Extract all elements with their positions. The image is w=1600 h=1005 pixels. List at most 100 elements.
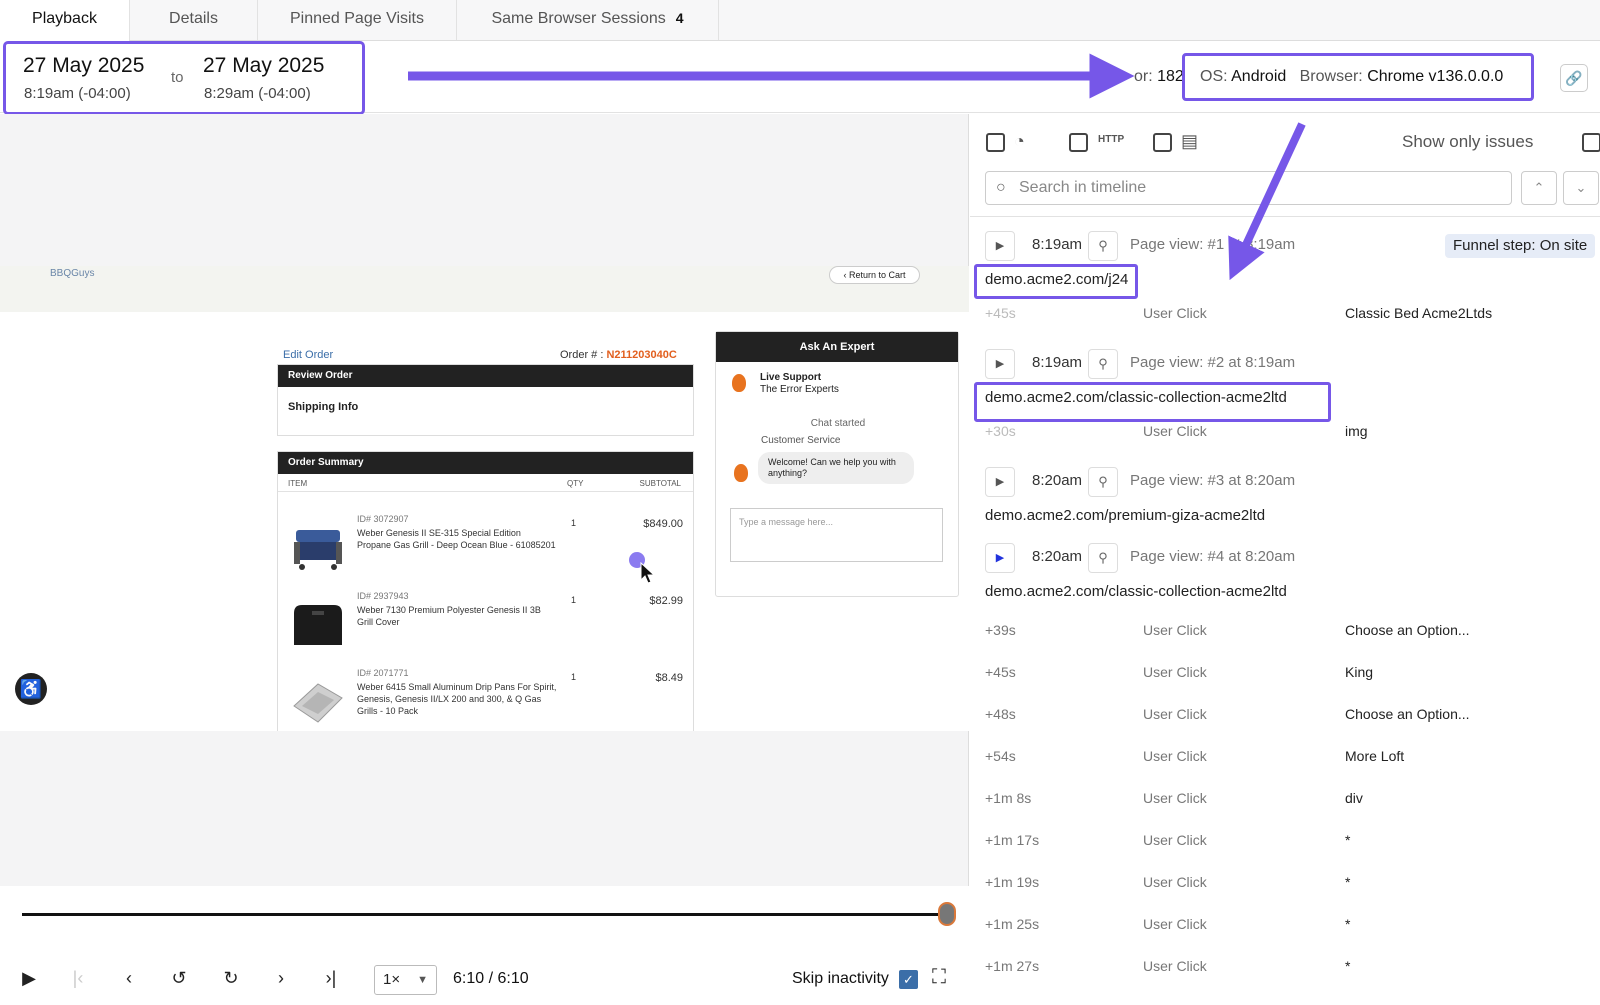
timeline-event[interactable]: +30s User Click img [985, 423, 1585, 443]
playback-speed-select[interactable]: 1× ▼ [374, 965, 437, 995]
tab-same-browser-sessions[interactable]: Same Browser Sessions 4 [457, 0, 719, 40]
filter-checkbox-http[interactable] [1069, 133, 1088, 152]
order-summary-title: Order Summary [278, 452, 693, 474]
order-label: Order # : [560, 349, 604, 361]
item-name: Weber Genesis II SE-315 Special Edition … [357, 528, 556, 550]
os-value: Android [1231, 68, 1287, 85]
play-icon[interactable]: ▶ [18, 965, 40, 991]
event-target: King [1345, 664, 1374, 680]
timeline-event[interactable]: +39s User Click Choose an Option... [985, 622, 1585, 642]
event-target: * [1345, 832, 1351, 848]
live-support-label: Live Support [760, 372, 822, 383]
tab-pinned-page-visits[interactable]: Pinned Page Visits [258, 0, 457, 40]
visitor-info: or: 182 [1134, 68, 1184, 86]
pin-icon[interactable]: ⚲ [1088, 231, 1118, 261]
filter-checkbox-console[interactable] [1153, 133, 1172, 152]
event-offset: +1m 27s [985, 958, 1040, 974]
timeline-event[interactable]: +1m 25s User Click * [985, 916, 1585, 936]
accessibility-icon: ♿ [15, 673, 47, 705]
chat-started: Chat started [810, 418, 866, 429]
page-url[interactable]: demo.acme2.com/classic-collection-acme2l… [985, 583, 1287, 600]
timeline-scrubber[interactable] [938, 902, 956, 926]
skip-to-end-icon[interactable]: ›| [320, 965, 342, 991]
timeline-event[interactable]: +48s User Click Choose an Option... [985, 706, 1585, 726]
playback-time: 6:10 / 6:10 [453, 970, 529, 987]
event-type: User Click [1143, 664, 1207, 680]
edit-order-link: Edit Order [283, 349, 334, 361]
page-url[interactable]: demo.acme2.com/premium-giza-acme2ltd [985, 507, 1265, 524]
tab-playback[interactable]: Playback [0, 0, 130, 41]
chat-bubble: Welcome! Can we help you with anything? [758, 452, 914, 484]
timeline-event[interactable]: +1m 8s User Click div [985, 790, 1585, 810]
page-url[interactable]: demo.acme2.com/j24 [985, 271, 1128, 288]
speedometer-icon: ◔ [1014, 131, 1025, 151]
play-icon[interactable]: ▶ [985, 467, 1015, 497]
pin-icon[interactable]: ⚲ [1088, 543, 1118, 573]
rewind-5-icon[interactable]: ↺ [166, 965, 192, 991]
visitor-label: or: [1134, 68, 1153, 85]
chevron-up-icon[interactable]: ⌃ [1521, 171, 1557, 205]
page-view-time: 8:20am [1032, 548, 1083, 565]
skip-inactivity-checkbox[interactable]: ✓ [899, 970, 918, 989]
show-only-issues-checkbox[interactable] [1582, 133, 1600, 152]
skip-to-start-icon[interactable]: |‹ [67, 965, 89, 991]
col-item: ITEM [288, 479, 308, 488]
tab-label: Same Browser Sessions [491, 10, 666, 27]
event-type: User Click [1143, 832, 1207, 848]
tab-label: Details [169, 10, 218, 27]
event-type: User Click [1143, 916, 1207, 932]
timeline-event[interactable]: +1m 27s User Click * [985, 958, 1585, 978]
timeline-event[interactable]: +45s User Click King [985, 664, 1585, 684]
next-icon[interactable]: › [270, 965, 292, 991]
previous-icon[interactable]: ‹ [118, 965, 140, 991]
tab-count-badge: 4 [675, 10, 684, 26]
event-target: * [1345, 874, 1351, 890]
funnel-step-badge: Funnel step: On site [1445, 234, 1596, 258]
grill-image [294, 530, 342, 570]
link-icon: 🔗 [1565, 70, 1583, 86]
playback-timeline[interactable] [22, 913, 952, 916]
event-target: * [1345, 916, 1351, 932]
device-info: OS: Android Browser: Chrome v136.0.0.0 [1182, 53, 1534, 101]
order-summary-columns: ITEM QTY SUBTOTAL [278, 474, 693, 492]
event-target: img [1345, 423, 1368, 439]
live-support: Live Support The Error Experts [760, 372, 839, 396]
page-view-label: Page view: #1 at 8:19am [1130, 236, 1296, 253]
site-header: BBQGuys ‹ Return to Cart [0, 266, 969, 312]
item-price: $8.49 [655, 672, 683, 684]
timeline-event[interactable]: +1m 19s User Click * [985, 874, 1585, 894]
pin-icon[interactable]: ⚲ [1088, 467, 1118, 497]
event-offset: +48s [985, 706, 1016, 722]
play-icon[interactable]: ▶ [985, 543, 1015, 573]
event-offset: +45s [985, 664, 1016, 680]
play-icon[interactable]: ▶ [985, 349, 1015, 379]
item-qty: 1 [571, 518, 577, 528]
timeline-search-input[interactable]: Search in timeline [985, 171, 1512, 205]
timeline-event[interactable]: +54s User Click More Loft [985, 748, 1585, 768]
play-icon[interactable]: ▶ [985, 231, 1015, 261]
copy-link-button[interactable]: 🔗 [1560, 64, 1588, 92]
session-header: 27 May 2025 8:19am (-04:00) to 27 May 20… [0, 41, 1600, 115]
skip-inactivity-label: Skip inactivity [792, 970, 889, 987]
col-qty: QTY [567, 479, 584, 488]
console-icon: ▤ [1181, 131, 1199, 151]
page-url[interactable]: demo.acme2.com/classic-collection-acme2l… [985, 389, 1287, 406]
show-only-issues-label: Show only issues [1402, 132, 1534, 151]
chat-message-input: Type a message here... [730, 508, 943, 562]
filter-checkbox-performance[interactable] [986, 133, 1005, 152]
ask-an-expert-widget: Ask An Expert Live Support The Error Expe… [715, 331, 959, 597]
item-sku: ID# 2937943 [357, 591, 409, 601]
forward-5-icon[interactable]: ↻ [218, 965, 244, 991]
drip-pan-image [293, 683, 343, 723]
timeline-event[interactable]: +45s User Click Classic Bed Acme2Ltds [985, 305, 1585, 325]
timeline-event[interactable]: +1m 17s User Click * [985, 832, 1585, 852]
pin-icon[interactable]: ⚲ [1088, 349, 1118, 379]
end-date: 27 May 2025 [203, 54, 325, 77]
event-offset: +39s [985, 622, 1016, 638]
tab-details[interactable]: Details [130, 0, 258, 40]
chevron-down-icon[interactable]: ⌄ [1563, 171, 1599, 205]
event-target: * [1345, 958, 1351, 974]
timeline-panel: ◔ HTTP ▤ Show only issues ○ Search in ti… [970, 114, 1600, 1005]
fullscreen-icon[interactable]: ⛶ [932, 966, 946, 989]
page-view-label: Page view: #4 at 8:20am [1130, 548, 1296, 565]
